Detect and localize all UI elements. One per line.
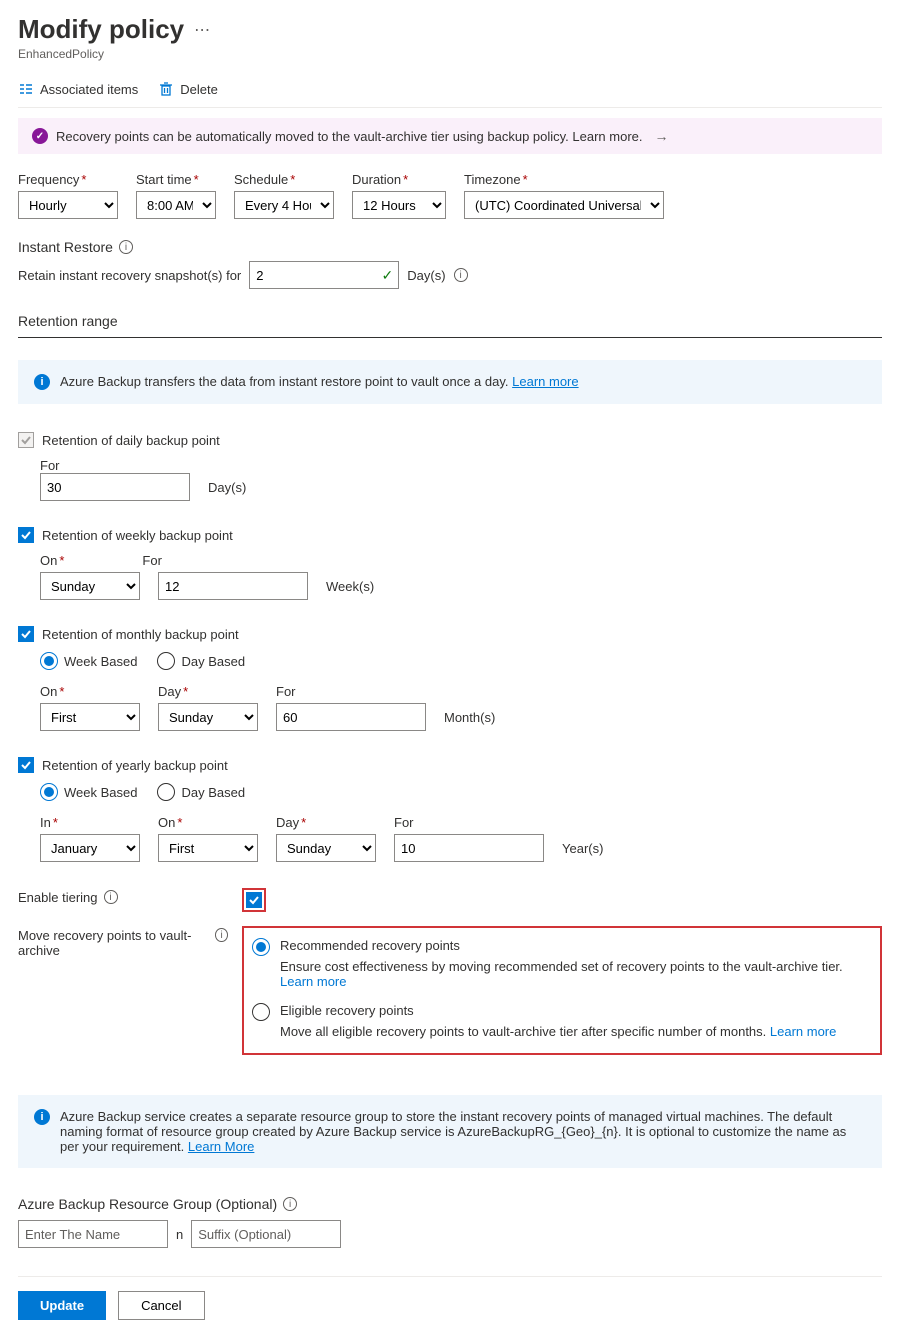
retain-snapshot-input[interactable] [249, 261, 399, 289]
schedule-select[interactable]: Every 4 Hours [234, 191, 334, 219]
page-subtitle: EnhancedPolicy [18, 47, 882, 61]
rg-info-banner: i Azure Backup service creates a separat… [18, 1095, 882, 1168]
tiering-options-box: Recommended recovery points Ensure cost … [242, 926, 882, 1055]
enable-tiering-label: Enable tiering [18, 890, 98, 905]
monthly-day-based-radio[interactable]: Day Based [157, 652, 245, 670]
eligible-title: Eligible recovery points [280, 1003, 870, 1018]
delete-button[interactable]: Delete [158, 81, 218, 97]
weekly-on-label: On [40, 553, 57, 568]
retain-snapshot-unit: Day(s) [407, 268, 445, 283]
vault-info-banner: i Azure Backup transfers the data from i… [18, 360, 882, 404]
yearly-label: Retention of yearly backup point [42, 758, 228, 773]
yearly-in-select[interactable]: January [40, 834, 140, 862]
update-button[interactable]: Update [18, 1291, 106, 1320]
yearly-for-input[interactable] [394, 834, 544, 862]
monthly-checkbox[interactable] [18, 626, 34, 642]
daily-label: Retention of daily backup point [42, 433, 220, 448]
weekly-unit: Week(s) [326, 579, 374, 594]
rg-separator: n [176, 1227, 183, 1242]
vault-info-text: Azure Backup transfers the data from ins… [60, 374, 512, 389]
schedule-label: Schedule [234, 172, 288, 187]
rg-info-link[interactable]: Learn More [188, 1139, 254, 1154]
recommended-learn-link[interactable]: Learn more [280, 974, 346, 989]
retain-snapshot-label: Retain instant recovery snapshot(s) for [18, 268, 241, 283]
more-icon[interactable]: ⋯ [194, 14, 210, 40]
timezone-select[interactable]: (UTC) Coordinated Universal Time [464, 191, 664, 219]
yearly-unit: Year(s) [562, 841, 603, 856]
info-icon[interactable]: i [215, 928, 228, 942]
yearly-day-based-radio[interactable]: Day Based [157, 783, 245, 801]
weekly-for-label: For [142, 553, 162, 568]
info-icon[interactable]: i [454, 268, 468, 282]
monthly-week-based-radio[interactable]: Week Based [40, 652, 137, 670]
associated-items-button[interactable]: Associated items [18, 81, 138, 97]
enable-tiering-checkbox[interactable] [246, 892, 262, 908]
info-icon[interactable]: i [119, 240, 133, 254]
monthly-label: Retention of monthly backup point [42, 627, 239, 642]
trash-icon [158, 81, 174, 97]
check-circle-icon: ✓ [32, 128, 48, 144]
monthly-day-label: Day [158, 684, 181, 699]
info-circle-icon: i [34, 374, 50, 390]
arrow-right-icon[interactable]: → [655, 128, 669, 144]
daily-for-label: For [40, 458, 882, 473]
info-circle-icon: i [34, 1109, 50, 1125]
duration-label: Duration [352, 172, 401, 187]
yearly-on-label: On [158, 815, 175, 830]
weekly-label: Retention of weekly backup point [42, 528, 233, 543]
timezone-label: Timezone [464, 172, 521, 187]
daily-for-input[interactable] [40, 473, 190, 501]
rg-info-text: Azure Backup service creates a separate … [60, 1109, 846, 1154]
rg-name-input[interactable] [18, 1220, 168, 1248]
eligible-learn-link[interactable]: Learn more [770, 1024, 836, 1039]
info-icon[interactable]: i [104, 890, 118, 904]
move-recovery-label: Move recovery points to vault-archive [18, 928, 209, 958]
yearly-on-select[interactable]: First [158, 834, 258, 862]
weekly-for-input[interactable] [158, 572, 308, 600]
yearly-week-based-radio[interactable]: Week Based [40, 783, 137, 801]
archive-banner: ✓ Recovery points can be automatically m… [18, 118, 882, 154]
weekly-checkbox[interactable] [18, 527, 34, 543]
recommended-radio[interactable] [252, 938, 270, 956]
daily-unit: Day(s) [208, 480, 246, 495]
yearly-day-label: Day [276, 815, 299, 830]
yearly-checkbox[interactable] [18, 757, 34, 773]
associated-items-label: Associated items [40, 82, 138, 97]
eligible-radio[interactable] [252, 1003, 270, 1021]
rg-label: Azure Backup Resource Group (Optional) [18, 1196, 277, 1212]
retention-range-heading: Retention range [18, 313, 882, 329]
list-icon [18, 81, 34, 97]
weekly-on-select[interactable]: Sunday [40, 572, 140, 600]
info-icon[interactable]: i [283, 1197, 297, 1211]
yearly-in-label: In [40, 815, 51, 830]
monthly-for-label: For [276, 684, 296, 699]
monthly-unit: Month(s) [444, 710, 495, 725]
vault-info-link[interactable]: Learn more [512, 374, 578, 389]
yearly-day-select[interactable]: Sunday [276, 834, 376, 862]
monthly-on-select[interactable]: First [40, 703, 140, 731]
page-title: Modify policy [18, 14, 184, 45]
cancel-button[interactable]: Cancel [118, 1291, 204, 1320]
frequency-select[interactable]: Hourly [18, 191, 118, 219]
monthly-for-input[interactable] [276, 703, 426, 731]
recommended-title: Recommended recovery points [280, 938, 870, 953]
duration-select[interactable]: 12 Hours [352, 191, 446, 219]
recommended-desc: Ensure cost effectiveness by moving reco… [280, 959, 843, 974]
yearly-for-label: For [394, 815, 414, 830]
start-time-select[interactable]: 8:00 AM [136, 191, 216, 219]
rg-suffix-input[interactable] [191, 1220, 341, 1248]
monthly-day-select[interactable]: Sunday [158, 703, 258, 731]
archive-banner-text: Recovery points can be automatically mov… [56, 129, 643, 144]
monthly-on-label: On [40, 684, 57, 699]
frequency-label: Frequency [18, 172, 79, 187]
eligible-desc: Move all eligible recovery points to vau… [280, 1024, 770, 1039]
instant-restore-heading: Instant Restore [18, 239, 113, 255]
delete-label: Delete [180, 82, 218, 97]
daily-checkbox [18, 432, 34, 448]
start-time-label: Start time [136, 172, 192, 187]
